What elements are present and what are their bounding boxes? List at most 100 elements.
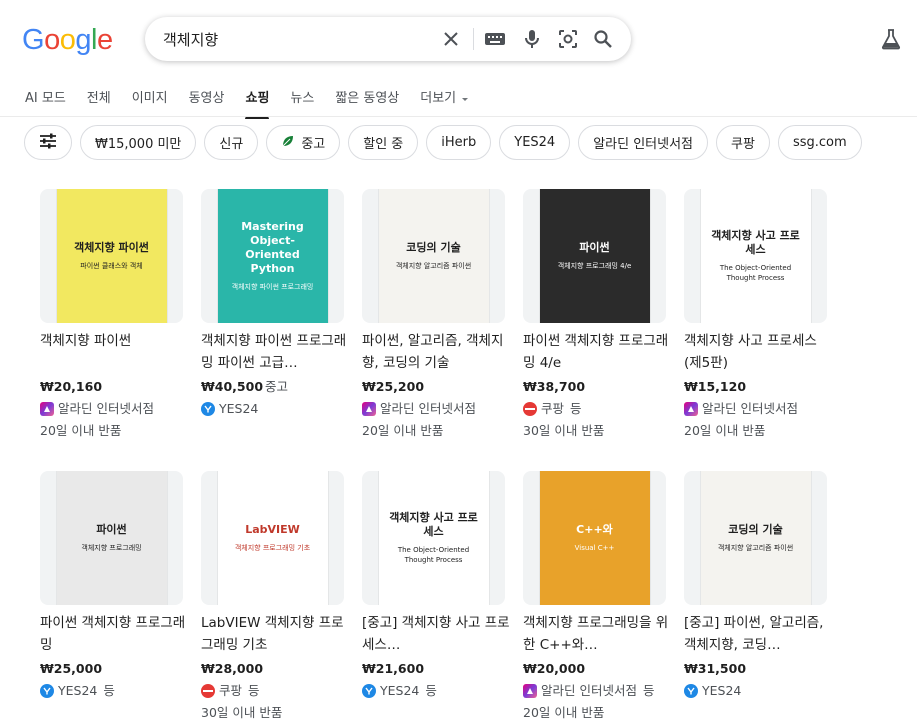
- logo-letter: g: [75, 24, 91, 56]
- filter-chips: ₩15,000 미만 신규 중고 할인 중 iHerb YES24 알라딘 인터넷서점 쿠팡 s…: [24, 125, 862, 160]
- product-price: ₩20,000: [523, 661, 586, 676]
- tab-2[interactable]: 이미지: [132, 87, 168, 111]
- tab-label: 동영상: [188, 91, 225, 106]
- logo-letter: o: [44, 24, 60, 56]
- book-cover: 파이썬객체지향 프로그래밍 4/e: [539, 189, 650, 323]
- product-price: ₩25,200: [362, 379, 425, 394]
- seller-more: 등: [103, 683, 115, 698]
- cover-title: 파이썬: [579, 241, 610, 254]
- product-price-row: ₩40,500 중고: [201, 376, 344, 398]
- product-seller: YES24: [201, 398, 344, 420]
- product-image[interactable]: Mastering Object-Oriented Python 객체지향 파이썬…: [201, 189, 344, 323]
- product-image[interactable]: 파이썬객체지향 프로그래밍 4/e: [523, 189, 666, 323]
- product-image[interactable]: 객체지향 파이썬 파이썬 클래스와 객체: [40, 189, 183, 323]
- cover-subtitle: 객체지향 프로그래밍 기초: [234, 544, 311, 552]
- mic-icon[interactable]: [520, 27, 544, 51]
- product-card[interactable]: 코딩의 기술 객체지향 알고리즘 파이썬 파이썬, 알고리즘, 객체지향, 코딩의 …: [362, 189, 505, 471]
- cover-subtitle: 객체지향 프로그래밍 4/e: [557, 262, 632, 270]
- product-image[interactable]: LabVIEW 객체지향 프로그래밍 기초: [201, 471, 344, 605]
- product-image[interactable]: 객체지향 사고 프로세스 The Object-Oriented Thought …: [684, 189, 827, 323]
- seller-more: 등: [425, 683, 437, 698]
- search-box[interactable]: 객체지향: [145, 17, 631, 61]
- seller-name: YES24: [219, 401, 259, 416]
- product-title[interactable]: 객체지향 파이썬 프로그래밍 파이썬 고급…: [201, 330, 351, 374]
- product-title[interactable]: 객체지향 파이썬: [40, 330, 190, 374]
- lens-icon[interactable]: [556, 27, 580, 51]
- product-price: ₩28,000: [201, 661, 264, 676]
- chip-label: iHerb: [441, 135, 477, 150]
- product-image[interactable]: 파이썬객체지향 프로그래밍: [40, 471, 183, 605]
- product-image[interactable]: 코딩의 기술 객체지향 알고리즘 파이썬: [684, 471, 827, 605]
- product-image[interactable]: 코딩의 기술 객체지향 알고리즘 파이썬: [362, 189, 505, 323]
- product-price: ₩31,500: [684, 661, 747, 676]
- chip-6[interactable]: 알라딘 인터넷서점: [578, 125, 709, 160]
- yes24-favicon-icon: [684, 684, 698, 698]
- product-card[interactable]: 객체지향 파이썬 파이썬 클래스와 객체 객체지향 파이썬 ₩20,160 알라딘 인터…: [40, 189, 183, 471]
- product-price-row: ₩21,600: [362, 658, 505, 680]
- product-title[interactable]: 파이썬 객체지향 프로그래밍 4/e: [523, 330, 673, 374]
- product-price-row: ₩25,000: [40, 658, 183, 680]
- chip-5[interactable]: YES24: [499, 125, 571, 160]
- seller-more: 등: [642, 683, 655, 698]
- chip-label: YES24: [514, 135, 556, 150]
- product-seller: YES24 등: [362, 680, 505, 702]
- cover-subtitle: The Object-Oriented Thought Process: [719, 264, 792, 282]
- cover-subtitle: 객체지향 알고리즘 파이썬: [395, 262, 472, 270]
- keyboard-icon[interactable]: [483, 27, 507, 51]
- tabs-divider: [0, 116, 917, 117]
- product-image[interactable]: 객체지향 사고 프로세스 The Object-Oriented Thought …: [362, 471, 505, 605]
- product-card[interactable]: C++와 Visual C++ 객체지향 프로그래밍을 위한 C++와… ₩20,00…: [523, 471, 668, 726]
- cover-subtitle: 객체지향 프로그래밍: [81, 544, 142, 552]
- product-card[interactable]: 객체지향 사고 프로세스 The Object-Oriented Thought …: [362, 471, 510, 726]
- return-policy: 30일 이내 반품: [523, 423, 605, 438]
- product-title[interactable]: [중고] 객체지향 사고 프로세스…: [362, 612, 512, 656]
- google-logo[interactable]: Google: [22, 24, 113, 57]
- product-price-row: ₩20,000: [523, 658, 666, 680]
- product-card[interactable]: 파이썬 객체지향 프로그래밍 4/e 파이썬 객체지향 프로그래밍 4/e ₩38,7…: [523, 189, 668, 471]
- product-image[interactable]: C++와 Visual C++: [523, 471, 666, 605]
- chip-label: 중고: [301, 137, 326, 152]
- filter-settings-chip[interactable]: [24, 125, 72, 160]
- tab-1[interactable]: 전체: [87, 87, 111, 111]
- product-title[interactable]: 객체지향 프로그래밍을 위한 C++와…: [523, 612, 673, 656]
- tab-3[interactable]: 동영상: [189, 87, 225, 111]
- product-title[interactable]: [중고] 파이썬, 알고리즘, 객체지향, 코딩…: [684, 612, 834, 656]
- labs-flask-icon[interactable]: [880, 28, 904, 52]
- product-card[interactable]: 파이썬 객체지향 프로그래밍 파이썬 객체지향 프로그래밍 ₩25,000 YES24 등: [40, 471, 185, 726]
- cover-title: 객체지향 사고 프로세스: [389, 511, 478, 538]
- product-card[interactable]: LabVIEW 객체지향 프로그래밍 기초 LabVIEW 객체지향 프로그래밍 기…: [201, 471, 344, 726]
- seller-name: YES24: [702, 683, 742, 698]
- cover-subtitle: Visual C++: [574, 544, 615, 552]
- product-seller: 알라딘 인터넷서점: [40, 398, 183, 420]
- product-title[interactable]: 파이썬, 알고리즘, 객체지향, 코딩의 기술: [362, 330, 512, 374]
- search-input[interactable]: 객체지향: [163, 29, 218, 50]
- tab-0[interactable]: AI 모드: [25, 87, 66, 111]
- product-title[interactable]: 객체지향 사고 프로세스(제5판): [684, 330, 834, 374]
- tab-label: 짧은 동영상: [335, 91, 400, 106]
- book-cover: 객체지향 사고 프로세스 The Object-Oriented Thought …: [700, 189, 811, 323]
- product-price: ₩21,600: [362, 661, 425, 676]
- chip-3[interactable]: 할인 중: [348, 125, 419, 160]
- product-title[interactable]: LabVIEW 객체지향 프로그래밍 기초: [201, 612, 351, 656]
- tab-7[interactable]: 더보기: [420, 87, 470, 111]
- clear-icon[interactable]: [439, 27, 463, 51]
- product-card[interactable]: Mastering Object-Oriented Python 객체지향 파이썬…: [201, 189, 346, 471]
- book-cover: LabVIEW 객체지향 프로그래밍 기초: [217, 471, 328, 605]
- cover-title: 객체지향 사고 프로세스: [711, 229, 800, 256]
- tab-5[interactable]: 뉴스: [290, 87, 314, 111]
- chip-1[interactable]: 신규: [204, 125, 259, 160]
- aladin-favicon-icon: [523, 684, 537, 698]
- cover-title: 파이썬: [96, 523, 127, 536]
- tab-4[interactable]: 쇼핑: [245, 87, 269, 119]
- product-card[interactable]: 객체지향 사고 프로세스 The Object-Oriented Thought …: [684, 189, 827, 471]
- chip-7[interactable]: 쿠팡: [716, 125, 770, 160]
- tab-6[interactable]: 짧은 동영상: [335, 87, 399, 111]
- chip-8[interactable]: ssg.com: [777, 125, 862, 160]
- search-icon[interactable]: [591, 27, 615, 51]
- product-title[interactable]: 파이썬 객체지향 프로그래밍: [40, 612, 190, 656]
- seller-name: 알라딘 인터넷서점: [380, 401, 476, 416]
- chip-0[interactable]: ₩15,000 미만: [80, 125, 197, 160]
- chip-2[interactable]: 중고: [266, 125, 341, 160]
- chip-4[interactable]: iHerb: [426, 125, 492, 160]
- product-card[interactable]: 코딩의 기술 객체지향 알고리즘 파이썬 [중고] 파이썬, 알고리즘, 객체지향,…: [684, 471, 827, 726]
